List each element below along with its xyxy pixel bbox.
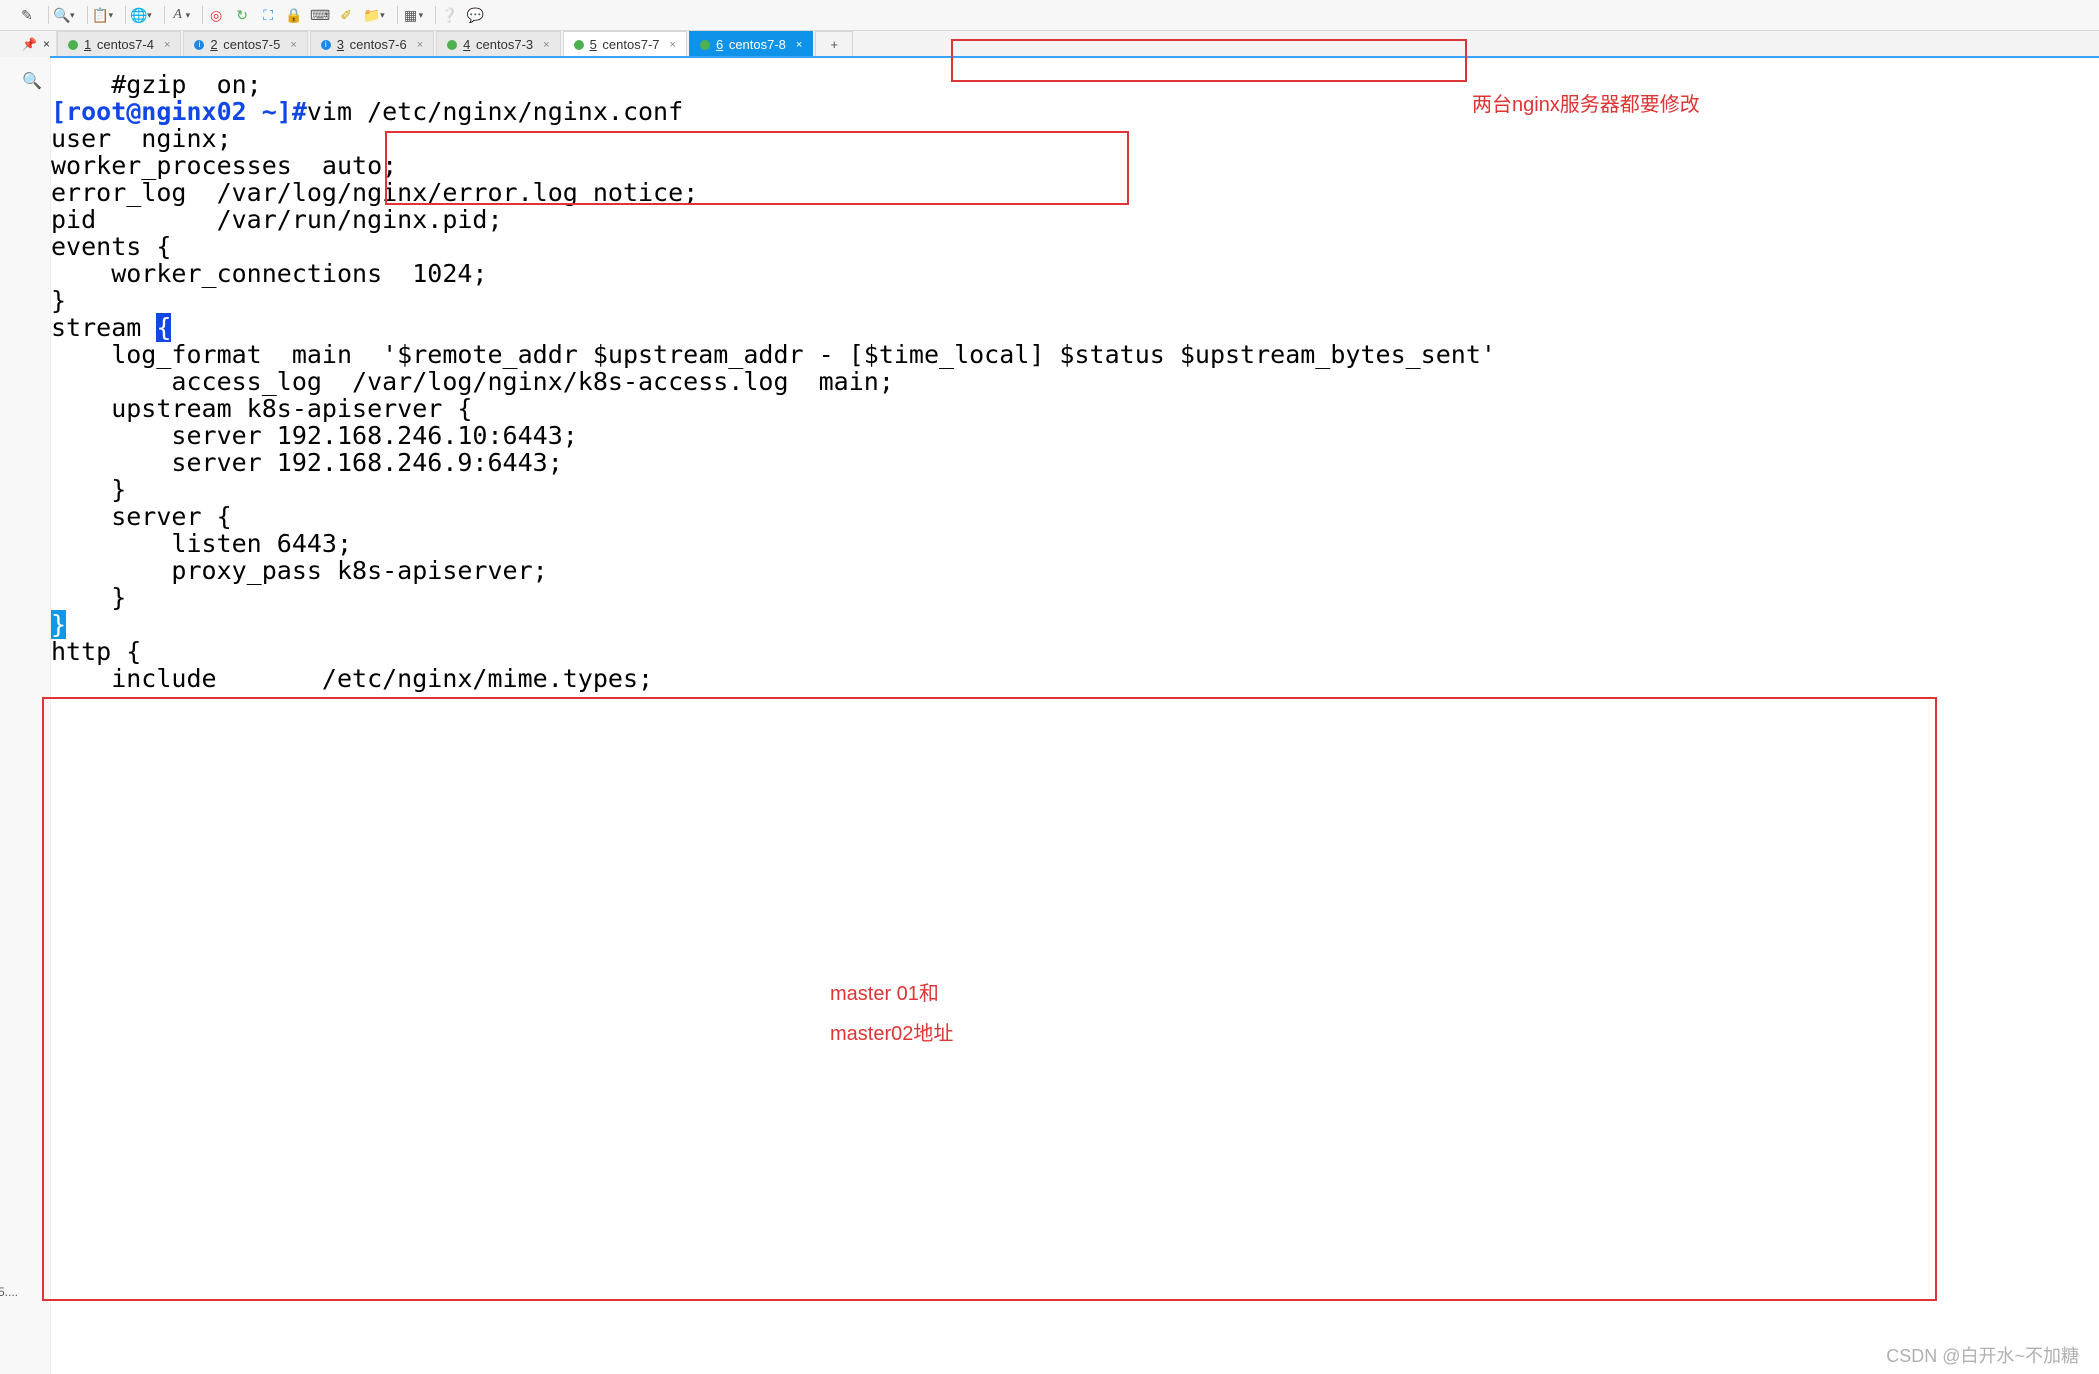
code-line: } (51, 476, 2099, 503)
matching-brace-open: { (156, 313, 171, 342)
tab-centos7-8[interactable]: 6 centos7-8 × (689, 31, 813, 57)
search-icon[interactable]: 🔍 (22, 71, 42, 91)
close-icon[interactable]: × (543, 39, 549, 51)
annotation-note-top: 两台nginx服务器都要修改 (1472, 88, 1700, 117)
annotation-note-master1: master 01和 (830, 977, 939, 1006)
code-line: worker_connections 1024; (51, 260, 2099, 287)
code-line: } (51, 287, 2099, 314)
copy-icon[interactable]: 📋▾ (92, 6, 114, 24)
code-line: stream { (51, 314, 2099, 341)
code-line: } (51, 611, 2099, 638)
tab-number: 3 (337, 37, 344, 52)
code-line: } (51, 584, 2099, 611)
prompt: [root@nginx02 ~]# (51, 97, 307, 126)
work-area: 🔍 5.... #gzip on; [root@nginx02 ~]#vim /… (0, 57, 2099, 1374)
prompt-line: [root@nginx02 ~]#vim /etc/nginx/nginx.co… (51, 98, 2099, 125)
code-line: http { (51, 638, 2099, 665)
globe-icon[interactable]: 🌐▾ (130, 6, 152, 24)
gutter-label: 5.... (0, 1285, 18, 1299)
separator (435, 6, 436, 24)
stream-keyword: stream (51, 313, 156, 342)
code-line: log_format main '$remote_addr $upstream_… (51, 341, 2099, 368)
close-icon[interactable]: × (796, 39, 802, 51)
code-line: server { (51, 503, 2099, 530)
tab-number: 2 (210, 37, 217, 52)
status-dot-icon (68, 40, 78, 50)
tab-number: 6 (716, 37, 723, 52)
tab-number: 4 (463, 37, 470, 52)
tab-centos7-4[interactable]: 1 centos7-4 × (57, 31, 181, 57)
annotation-note-master2: master02地址 (830, 1017, 953, 1046)
separator (125, 6, 126, 24)
code-line: include /etc/nginx/mime.types; (51, 665, 2099, 692)
status-dot-icon (700, 40, 710, 50)
close-icon[interactable]: × (164, 39, 170, 51)
new-tab-button[interactable]: + (815, 31, 853, 58)
tab-centos7-7[interactable]: 5 centos7-7 × (563, 31, 687, 57)
status-dot-icon (574, 40, 584, 50)
code-line: server 192.168.246.9:6443; (51, 449, 2099, 476)
code-line: upstream k8s-apiserver { (51, 395, 2099, 422)
refresh-icon[interactable]: ↻ (233, 6, 251, 24)
separator (87, 6, 88, 24)
top-toolbar: ✎ 🔍▾ 📋▾ 🌐▾ A▾ ◎ ↻ ⛶ 🔒 ⌨ ✐ 📁▾ ▦▾ ❔ 💬 (0, 0, 2099, 31)
code-line: pid /var/run/nginx.pid; (51, 206, 2099, 233)
left-gutter: 🔍 5.... (0, 57, 51, 1374)
search-icon[interactable]: 🔍▾ (53, 6, 75, 24)
tab-label: centos7-3 (476, 37, 533, 52)
code-line: events { (51, 233, 2099, 260)
expand-icon[interactable]: ⛶ (259, 6, 277, 24)
watermark: CSDN @白开水~不加糖 (1886, 1342, 2079, 1368)
tab-centos7-6[interactable]: i 3 centos7-6 × (310, 31, 434, 57)
tab-label: centos7-6 (350, 37, 407, 52)
target-icon[interactable]: ◎ (207, 6, 225, 24)
terminal[interactable]: #gzip on; [root@nginx02 ~]#vim /etc/ngin… (51, 57, 2099, 1374)
close-icon[interactable]: × (417, 39, 423, 51)
chat-icon[interactable]: 💬 (466, 6, 484, 24)
info-dot-icon: i (194, 40, 204, 50)
code-line: server 192.168.246.10:6443; (51, 422, 2099, 449)
close-panel-icon[interactable]: × (43, 37, 50, 51)
separator (164, 6, 165, 24)
code-line: proxy_pass k8s-apiserver; (51, 557, 2099, 584)
tabs-container: 1 centos7-4 × i 2 centos7-5 × i 3 centos… (57, 31, 2099, 57)
highlighter-icon[interactable]: ✐ (337, 6, 355, 24)
command: vim /etc/nginx/nginx.conf (307, 97, 683, 126)
tab-row: 📌 × 1 centos7-4 × i 2 centos7-5 × i 3 ce… (0, 31, 2099, 57)
tab-number: 5 (590, 37, 597, 52)
status-dot-icon (447, 40, 457, 50)
close-icon[interactable]: × (290, 39, 296, 51)
tab-centos7-3[interactable]: 4 centos7-3 × (436, 31, 560, 57)
pin-area: 📌 × (0, 31, 57, 57)
layout-icon[interactable]: ▦▾ (402, 6, 424, 24)
info-dot-icon: i (321, 40, 331, 50)
separator (48, 6, 49, 24)
font-icon[interactable]: A▾ (169, 6, 191, 24)
divider (50, 56, 2099, 58)
pencil-icon[interactable]: ✎ (18, 6, 36, 24)
code-line: listen 6443; (51, 530, 2099, 557)
tab-number: 1 (84, 37, 91, 52)
code-line: access_log /var/log/nginx/k8s-access.log… (51, 368, 2099, 395)
separator (202, 6, 203, 24)
code-line: #gzip on; (51, 71, 2099, 98)
tab-centos7-5[interactable]: i 2 centos7-5 × (183, 31, 307, 57)
lock-icon[interactable]: 🔒 (285, 6, 303, 24)
close-icon[interactable]: × (670, 39, 676, 51)
separator (397, 6, 398, 24)
matching-brace-close: } (51, 610, 66, 639)
tab-label: centos7-5 (223, 37, 280, 52)
help-icon[interactable]: ❔ (440, 6, 458, 24)
tab-label: centos7-4 (97, 37, 154, 52)
pin-icon[interactable]: 📌 (22, 37, 37, 51)
code-line: worker_processes auto; (51, 152, 2099, 179)
tab-label: centos7-8 (729, 37, 786, 52)
tab-label: centos7-7 (602, 37, 659, 52)
keyboard-icon[interactable]: ⌨ (311, 6, 329, 24)
code-line: error_log /var/log/nginx/error.log notic… (51, 179, 2099, 206)
code-line: user nginx; (51, 125, 2099, 152)
add-folder-icon[interactable]: 📁▾ (363, 6, 385, 24)
